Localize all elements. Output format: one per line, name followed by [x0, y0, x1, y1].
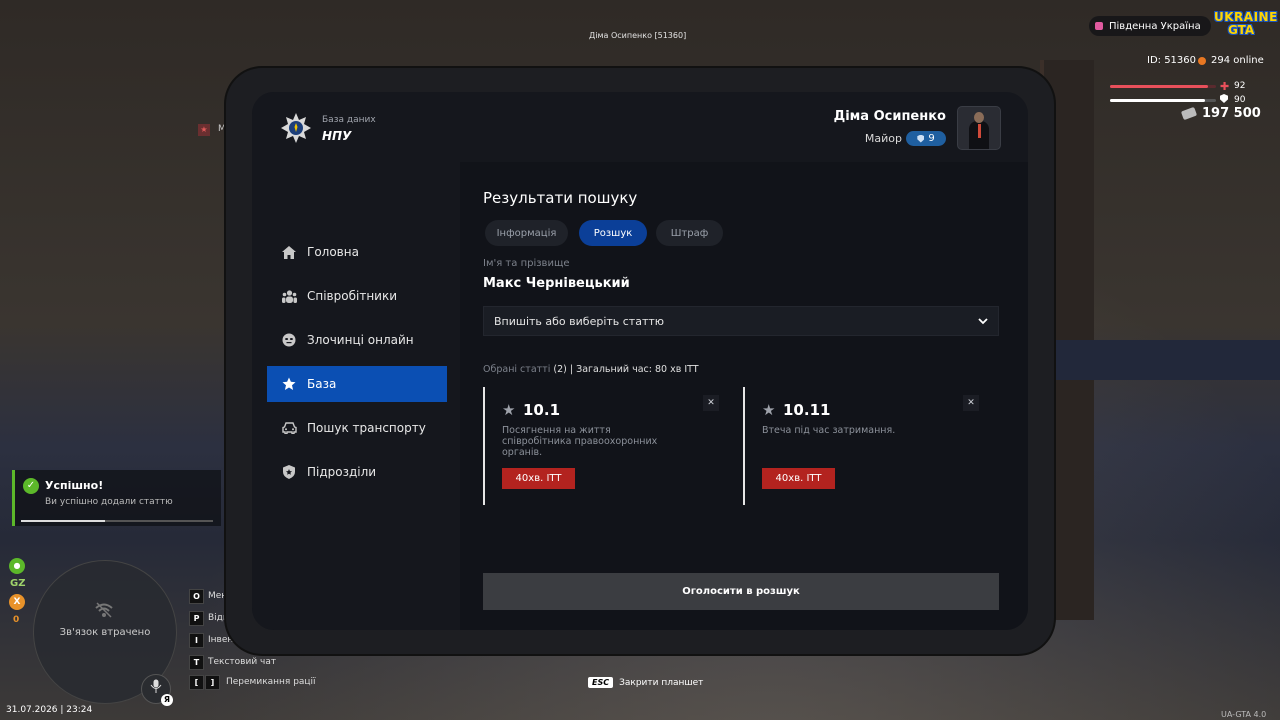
article-description: Посягнення на життя співробітника правоо… — [502, 425, 658, 458]
npc-marker-icon: ★ — [198, 124, 210, 136]
x-indicator-icon: X — [9, 594, 25, 610]
esc-hint: ESC Закрити планшет — [588, 677, 703, 688]
npc-marker-text: M — [218, 124, 226, 134]
hotkey-o: O — [189, 589, 204, 604]
declare-wanted-button[interactable]: Оголосити в розшук — [483, 573, 999, 610]
article-select-placeholder: Впишіть або виберіть статтю — [494, 314, 665, 328]
gz-shield-icon: ● — [9, 558, 25, 574]
player-id: ID: 51360 — [1147, 55, 1197, 66]
star-icon: ★ — [762, 401, 776, 419]
esc-key: ESC — [588, 677, 614, 688]
shield-icon — [281, 464, 297, 480]
tablet-screen: База даних НПУ Діма Осипенко Майор 9 Гол… — [252, 92, 1028, 630]
toast-progress — [21, 520, 213, 522]
armor-bar-fill — [1110, 99, 1206, 102]
no-signal-icon — [94, 601, 114, 621]
user-name: Діма Осипенко — [833, 109, 946, 124]
remove-article-button[interactable]: ✕ — [703, 395, 719, 411]
hotkey-bracket-right: ] — [205, 675, 220, 690]
avatar — [957, 106, 1001, 150]
sidebar-item-label: Співробітники — [307, 289, 398, 303]
sidebar-item-label: Головна — [307, 245, 359, 259]
name-label: Ім'я та прізвище — [483, 258, 570, 269]
mask-icon — [281, 332, 297, 348]
sidebar-item-units[interactable]: Підрозділи — [267, 454, 447, 490]
armor-icon — [1220, 94, 1228, 103]
gz-label: GZ — [10, 578, 26, 589]
date-time: 31.07.2026 | 23:24 — [6, 705, 93, 715]
online-count: 294 online — [1198, 55, 1264, 66]
page-title: Результати пошуку — [483, 189, 638, 207]
selected-articles-summary: Обрані статті (2) | Загальний час: 80 хв… — [483, 364, 699, 375]
article-card: ★ 10.11 Втеча під час затримання. 40хв. … — [743, 387, 993, 505]
tab-wanted[interactable]: Розшук — [579, 220, 647, 246]
sidebar-item-vehicle-search[interactable]: Пошук транспорту — [267, 410, 447, 446]
sidebar-item-home[interactable]: Головна — [267, 234, 447, 270]
sidebar-item-label: База — [307, 377, 337, 391]
article-card: ★ 10.1 Посягнення на життя співробітника… — [483, 387, 733, 505]
toast-title: Успішно! — [45, 479, 104, 492]
hotkey-i: I — [189, 633, 204, 648]
hotkey-t: T — [189, 655, 204, 670]
chevron-down-icon — [978, 316, 988, 326]
esc-label: Закрити планшет — [619, 677, 704, 688]
rank-shield-icon — [917, 134, 925, 143]
sidebar-item-label: Злочинці онлайн — [307, 333, 414, 347]
voice-key-badge: Я — [161, 694, 173, 706]
hotkey-radio-label: Перемикання рації — [226, 677, 316, 687]
hotkey-p: P — [189, 611, 204, 626]
star-icon — [281, 376, 297, 392]
region-name: Південна Україна — [1109, 20, 1201, 32]
health-bar-fill — [1110, 85, 1208, 88]
wall-panel — [1040, 340, 1280, 380]
money-display: 197 500 — [1180, 106, 1261, 121]
sidebar-item-label: Підрозділи — [307, 465, 377, 479]
sidebar-item-label: Пошук транспорту — [307, 421, 426, 435]
article-penalty: 40хв. ITT — [502, 468, 575, 489]
success-toast: ✓ Успішно! Ви успішно додали статтю — [12, 470, 221, 526]
server-logo: UKRAINE GTA — [1214, 10, 1278, 37]
article-description: Втеча під час затримання. — [762, 425, 896, 436]
article-select[interactable]: Впишіть або виберіть статтю — [483, 306, 999, 336]
rank-badge: 9 — [906, 131, 946, 146]
tab-fine[interactable]: Штраф — [656, 220, 723, 246]
article-code: 10.11 — [783, 401, 831, 419]
hotkey-t-label: Текстовий чат — [208, 657, 277, 667]
brand-title: НПУ — [322, 129, 352, 143]
signal-status: Зв'язок втрачено — [59, 627, 151, 638]
cash-icon — [1180, 106, 1198, 121]
article-code: 10.1 — [523, 401, 561, 419]
home-icon — [281, 244, 297, 260]
remove-article-button[interactable]: ✕ — [963, 395, 979, 411]
region-badge: Південна Україна — [1089, 16, 1211, 36]
x-count: 0 — [13, 615, 20, 625]
armor-value: 90 — [1234, 95, 1246, 105]
sidebar-item-database[interactable]: База — [267, 366, 447, 402]
user-rank: Майор — [864, 132, 902, 145]
hotkey-bracket-left: [ — [189, 675, 204, 690]
game-version: UA-GTA 4.0 — [1221, 710, 1267, 719]
tab-information[interactable]: Інформація — [485, 220, 568, 246]
star-icon: ★ — [502, 401, 516, 419]
users-icon — [281, 288, 297, 304]
health-icon: ✚ — [1220, 80, 1230, 93]
sidebar-item-employees[interactable]: Співробітники — [267, 278, 447, 314]
sidebar — [252, 92, 460, 630]
check-icon: ✓ — [23, 478, 39, 494]
health-value: 92 — [1234, 81, 1246, 91]
region-icon — [1095, 22, 1103, 30]
player-nametag: Діма Осипенко [51360] — [589, 31, 687, 40]
online-icon — [1198, 56, 1206, 65]
article-penalty: 40хв. ITT — [762, 468, 835, 489]
sidebar-item-criminals-online[interactable]: Злочинці онлайн — [267, 322, 447, 358]
car-icon — [281, 420, 297, 436]
suspect-name: Макс Чернівецький — [483, 276, 630, 291]
police-star-icon — [280, 112, 312, 144]
brand-subtitle: База даних — [322, 115, 376, 125]
toast-message: Ви успішно додали статтю — [45, 497, 173, 507]
